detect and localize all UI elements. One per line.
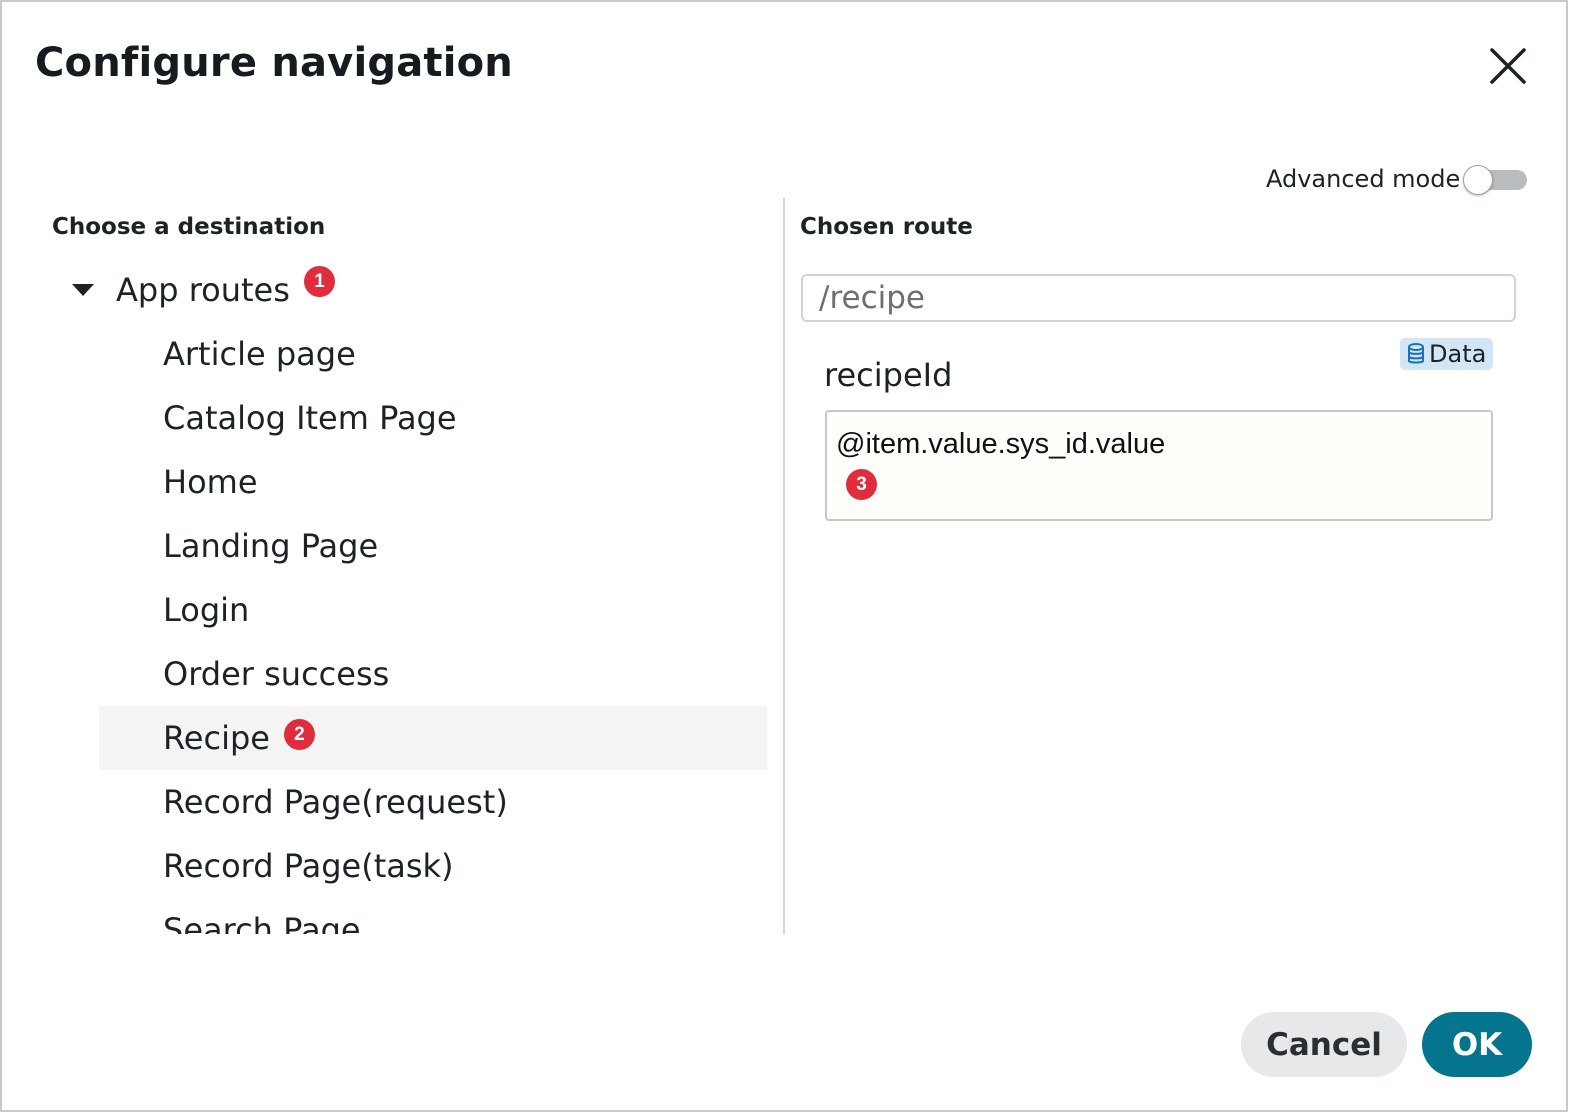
caret-down-icon	[72, 284, 94, 296]
advanced-mode-toggle[interactable]	[1463, 165, 1527, 195]
route-item[interactable]: Home	[99, 450, 767, 514]
route-item[interactable]: Login	[99, 578, 767, 642]
step-badge-1: 1	[304, 266, 335, 297]
route-item[interactable]: Article page	[99, 322, 767, 386]
route-item[interactable]: Landing Page	[99, 514, 767, 578]
step-badge-3: 3	[846, 469, 877, 500]
chosen-route-heading: Chosen route	[800, 214, 973, 240]
route-item[interactable]: Order success	[99, 642, 767, 706]
route-list: Article page Catalog Item Page Home Land…	[99, 322, 767, 934]
param-value-field[interactable]: @item.value.sys_id.value 3	[825, 410, 1493, 521]
step-badge-2: 2	[283, 718, 315, 750]
route-item-recipe-selected[interactable]: Recipe 2	[99, 706, 767, 770]
ok-button[interactable]: OK	[1422, 1012, 1532, 1077]
param-value: @item.value.sys_id.value	[836, 428, 1166, 460]
close-icon	[1490, 48, 1526, 84]
destination-tree: App routes 1 Article page Catalog Item P…	[2, 252, 782, 934]
data-pill-button[interactable]: Data	[1400, 338, 1493, 370]
tree-root-label: App routes	[116, 271, 290, 309]
database-icon	[1408, 343, 1424, 364]
route-item[interactable]: Record Page(request)	[99, 770, 767, 834]
dialog-title: Configure navigation	[35, 40, 513, 86]
cancel-button[interactable]: Cancel	[1241, 1012, 1407, 1077]
route-item[interactable]: Catalog Item Page	[99, 386, 767, 450]
panel-divider	[783, 198, 785, 934]
close-button[interactable]	[1486, 44, 1530, 88]
param-label: recipeId	[824, 356, 953, 394]
toggle-knob	[1463, 165, 1493, 195]
chosen-route-field[interactable]: /recipe	[801, 274, 1516, 322]
route-item[interactable]: Search Page	[99, 898, 767, 934]
choose-destination-heading: Choose a destination	[52, 214, 326, 240]
advanced-mode-label: Advanced mode	[1266, 165, 1461, 193]
route-item[interactable]: Record Page(task)	[99, 834, 767, 898]
data-pill-label: Data	[1429, 340, 1487, 368]
configure-navigation-dialog: Configure navigation Advanced mode Choos…	[0, 0, 1568, 1112]
